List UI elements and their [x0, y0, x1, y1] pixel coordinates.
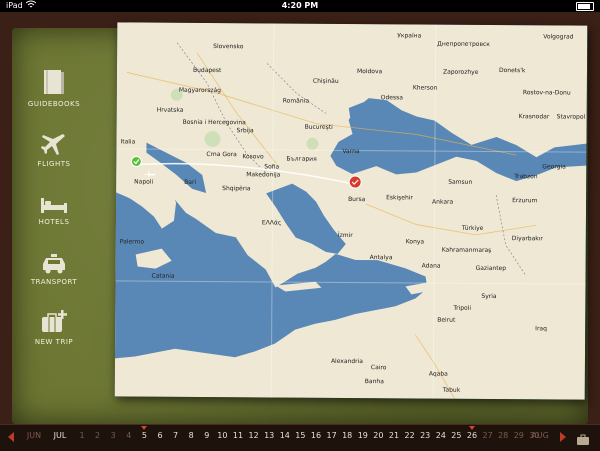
nav-label: FLIGHTS: [37, 160, 71, 168]
nav-new-trip[interactable]: NEW TRIP: [18, 308, 90, 346]
map-label: Volgograd: [543, 33, 574, 41]
map-label: Chișinău: [312, 77, 339, 85]
map-label: Konya: [405, 238, 425, 246]
map-label: Ankara: [432, 198, 454, 206]
map-label: Tripoli: [453, 304, 472, 312]
map-label: Bari: [184, 178, 197, 186]
map-label: Iraq: [535, 325, 547, 333]
map-label: Eskişehir: [386, 194, 413, 202]
map-label: Odessa: [380, 94, 403, 102]
map-label: Georgia: [542, 163, 566, 171]
map-label: Stavropol: [556, 113, 586, 121]
map-label: Tabuk: [442, 386, 461, 394]
map-label: Sofia: [264, 163, 280, 171]
map-label: Adana: [421, 262, 441, 270]
nav-hotels[interactable]: HOTELS: [18, 196, 90, 226]
nav-transport[interactable]: TRANSPORT: [18, 254, 90, 286]
map-label: Hrvatska: [156, 106, 184, 114]
nav-label: GUIDEBOOKS: [27, 100, 81, 108]
map-label: Napoli: [134, 178, 154, 186]
month-current[interactable]: JUL: [48, 431, 72, 440]
map-label: Palermo: [119, 238, 145, 246]
map-label: Romānia: [282, 97, 310, 105]
guidebook-icon: [18, 68, 90, 96]
luggage-icon[interactable]: [576, 431, 590, 445]
map-label: Magyarország: [178, 86, 221, 95]
nav-flights[interactable]: FLIGHTS: [18, 132, 90, 168]
map-label: Slovensko: [213, 43, 244, 51]
origin-pin-icon[interactable]: [130, 152, 142, 171]
map-label: Cairo: [370, 364, 387, 372]
map-label: Rostov-na-Donu: [522, 89, 571, 97]
map-label: Україна: [397, 32, 422, 40]
map-label: Samsun: [448, 178, 473, 186]
map-label: Antalya: [369, 254, 393, 262]
nav-label: HOTELS: [38, 218, 70, 226]
map-label: Budapest: [192, 66, 222, 75]
map-label: Днепропетровск: [437, 40, 490, 48]
map-label: Shqipëria: [222, 185, 251, 193]
status-bar: iPad 4:20 PM: [0, 0, 600, 12]
map-label: Krasnodar: [518, 113, 550, 121]
timeline-day[interactable]: 30: [524, 431, 544, 440]
airplane-icon: [18, 132, 90, 156]
status-time: 4:20 PM: [281, 1, 319, 10]
map-terrain: [114, 22, 588, 400]
add-luggage-icon: [18, 308, 90, 334]
taxi-icon: [18, 254, 90, 274]
map-label: Alexandria: [330, 357, 363, 366]
destination-pin-icon[interactable]: [348, 174, 362, 193]
map-label: Srbija: [236, 127, 254, 135]
map-label: Gaziantep: [475, 264, 507, 273]
map-label: България: [286, 155, 317, 163]
map-label: Moldova: [356, 68, 383, 76]
date-timeline: JUN JUL AUG 1 2 3 4 5 6 7 8 9 10 11 12 13 14 15 16 17 18 1…: [0, 424, 600, 451]
timeline-prev-arrow[interactable]: [8, 432, 14, 442]
battery-icon: [576, 2, 594, 11]
month-prev[interactable]: JUN: [22, 431, 46, 440]
trip-date-marker-icon: [469, 426, 475, 430]
map-view[interactable]: Україна Днепропетровск Volgograd Slovens…: [114, 22, 588, 400]
map-label: Crna Gora: [206, 150, 237, 159]
map-label: Zaporozhye: [442, 68, 479, 76]
map-label: Catania: [151, 272, 175, 280]
map-label: Donets'k: [498, 67, 526, 75]
map-label: Aqaba: [428, 370, 448, 378]
nav-label: NEW TRIP: [34, 338, 74, 346]
map-label: Beirut: [437, 316, 456, 324]
map-label: Bursa: [348, 195, 366, 204]
trip-date-marker-icon: [141, 426, 148, 430]
map-label: İzmir: [337, 231, 353, 240]
nav-label: TRANSPORT: [30, 278, 78, 286]
map-label: Erzurum: [512, 197, 538, 205]
map-label: Italia: [120, 138, 136, 146]
map-label: Makedonija: [246, 171, 281, 179]
map-label: Kahramanmaraş: [441, 246, 492, 254]
map-label: Türkiye: [461, 224, 484, 232]
map-label: Varna: [342, 147, 360, 156]
map-label: Kherson: [412, 84, 438, 92]
map-label: București: [304, 123, 333, 131]
bed-icon: [18, 196, 90, 214]
timeline-next-arrow[interactable]: [560, 432, 566, 442]
map-label: Diyarbakır: [511, 235, 543, 243]
map-label: Banha: [364, 378, 384, 386]
map-label: Bosnia i Hercegovina: [182, 118, 246, 127]
map-label: Syria: [481, 292, 497, 301]
nav-guidebooks[interactable]: GUIDEBOOKS: [18, 68, 90, 108]
map-label: Trabzon: [514, 173, 538, 181]
map-label: ΕΛΛάς: [261, 219, 282, 227]
map-label: Kosovo: [242, 153, 264, 161]
